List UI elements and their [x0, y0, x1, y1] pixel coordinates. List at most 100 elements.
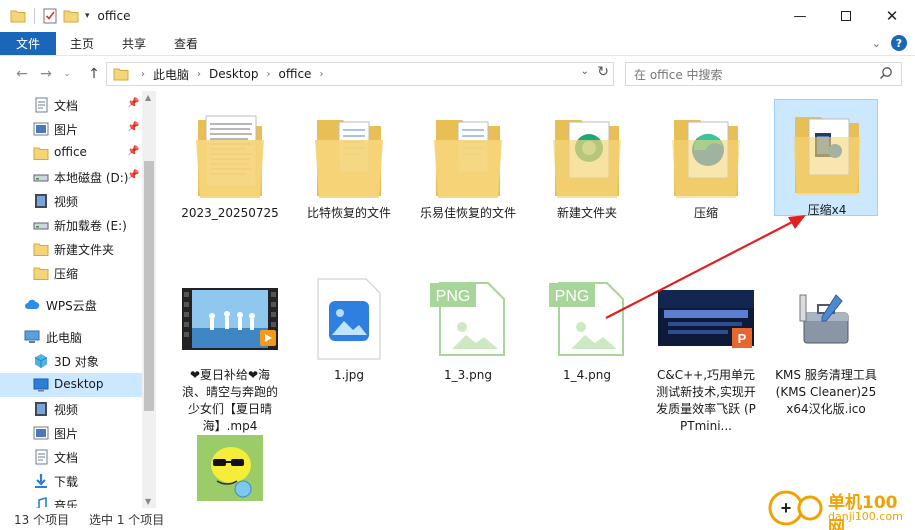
svg-text:P: P [738, 331, 747, 346]
chevron-right-icon[interactable]: › [267, 69, 271, 80]
desktop-icon [33, 378, 49, 392]
chevron-right-icon[interactable]: › [141, 69, 145, 80]
tab-file[interactable]: 文件 [0, 32, 57, 55]
breadcrumb-office[interactable]: office [279, 67, 312, 81]
folder-icon [10, 10, 26, 23]
cloud-icon [25, 299, 40, 309]
pin-icon: 📌 [127, 122, 140, 133]
file-item[interactable]: 比特恢复的文件 [297, 99, 401, 229]
folder-with-media-icon [793, 117, 861, 195]
file-item-selected[interactable]: 压缩x4 [774, 99, 878, 217]
file-item[interactable]: 2023_20250725 [178, 99, 282, 229]
nav-item-music[interactable]: 音乐 [0, 493, 142, 508]
nav-item-videos-pc[interactable]: 视频 [0, 397, 142, 421]
drive-icon [33, 174, 49, 182]
maximize-icon [841, 11, 851, 21]
address-row: ← → ⌄ ↑ › 此电脑 › Desktop › office › ⌄ ↻ 在… [0, 57, 915, 91]
nav-item-wps-cloud[interactable]: WPS云盘 [0, 293, 142, 317]
nav-label: office [54, 145, 87, 159]
file-item[interactable]: 乐易佳恢复的文件 [416, 99, 520, 229]
scroll-down-icon[interactable]: ▼ [145, 497, 151, 506]
nav-item-this-pc[interactable]: 此电脑 [0, 325, 142, 349]
watermark-title: 单机100网 [828, 493, 898, 530]
recent-locations-button[interactable]: ⌄ [60, 62, 74, 86]
back-arrow-icon: ← [16, 66, 28, 82]
file-item[interactable]: ❤夏日补给❤海浪、晴空与奔跑的少女们【夏日晴海】.mp4 [178, 261, 282, 433]
minimize-icon: — [793, 8, 807, 24]
file-name: C&C++,巧用单元测试新技术,实现开发质量效率飞跃 (PPTmini... [656, 368, 756, 433]
nav-item-office[interactable]: office 📌 [0, 141, 142, 165]
nav-label: 此电脑 [46, 331, 83, 345]
video-icon [35, 194, 47, 208]
nav-item-desktop[interactable]: Desktop [0, 373, 142, 397]
sticker-image-icon [197, 435, 263, 501]
expand-ribbon-icon[interactable]: ⌄ [872, 37, 881, 50]
breadcrumb-desktop[interactable]: Desktop [209, 67, 259, 81]
video-icon [35, 402, 47, 416]
file-name: 乐易佳恢复的文件 [419, 206, 516, 220]
nav-item-downloads[interactable]: 下载 [0, 469, 142, 493]
nav-item-drive-d[interactable]: 本地磁盘 (D:) 📌 [0, 165, 142, 189]
nav-scrollbar[interactable]: ▲ ▼ [142, 91, 156, 508]
selection-count: 选中 1 个项目 [89, 513, 165, 527]
folder-icon [33, 267, 49, 280]
chevron-down-icon: ⌄ [63, 69, 71, 79]
tab-home[interactable]: 主页 [56, 32, 108, 55]
nav-item-pictures[interactable]: 图片 📌 [0, 117, 142, 141]
nav-item-new-folder[interactable]: 新建文件夹 [0, 237, 142, 261]
file-item[interactable] [178, 431, 282, 511]
up-button[interactable]: ↑ [82, 62, 106, 86]
customize-quick-access-icon[interactable]: ▾ [85, 11, 90, 21]
folder-icon [33, 243, 49, 256]
tab-share[interactable]: 共享 [108, 32, 160, 55]
file-item[interactable]: PNG 1_3.png [416, 261, 520, 382]
3d-objects-icon [34, 354, 48, 368]
properties-icon[interactable] [43, 8, 57, 24]
nav-item-pictures-pc[interactable]: 图片 [0, 421, 142, 445]
nav-item-3d-objects[interactable]: 3D 对象 [0, 349, 142, 373]
nav-label: Desktop [54, 377, 104, 391]
nav-item-documents[interactable]: 文档 📌 [0, 93, 142, 117]
chevron-right-icon[interactable]: › [319, 69, 323, 80]
file-name: 1_3.png [444, 368, 492, 382]
divider [34, 8, 35, 24]
png-badge: PNG [555, 288, 590, 305]
breadcrumb-this-pc[interactable]: 此电脑 [153, 66, 189, 83]
document-icon [35, 97, 48, 113]
back-button[interactable]: ← [10, 62, 34, 86]
new-folder-icon[interactable] [63, 9, 79, 23]
nav-label: 音乐 [54, 499, 79, 508]
folder-icon [113, 68, 129, 81]
nav-item-documents-pc[interactable]: 文档 [0, 445, 142, 469]
file-item[interactable]: 1.jpg [297, 261, 401, 382]
nav-item-videos[interactable]: 视频 [0, 189, 142, 213]
folder-with-documents-icon [196, 115, 264, 198]
up-arrow-icon: ↑ [88, 66, 100, 82]
ribbon-tabs: 文件 主页 共享 查看 ⌄ ? [0, 32, 915, 56]
folder-with-edge-icon [672, 120, 740, 198]
forward-button[interactable]: → [34, 62, 58, 86]
nav-item-drive-e[interactable]: 新加载卷 (E:) [0, 213, 142, 237]
scrollbar-thumb[interactable] [144, 161, 154, 411]
chevron-right-icon[interactable]: › [197, 69, 201, 80]
scroll-up-icon[interactable]: ▲ [145, 93, 151, 102]
maximize-button[interactable] [823, 0, 869, 32]
folder-with-documents-icon [434, 120, 502, 198]
file-view: 2023_20250725 比特恢复的文件 乐易佳恢复的文件 新建文件夹 压缩 … [156, 91, 915, 508]
address-bar[interactable]: › 此电脑 › Desktop › office › ⌄ ↻ [106, 62, 614, 86]
drive-icon [33, 222, 49, 230]
close-icon: ✕ [885, 7, 899, 25]
document-icon [35, 449, 48, 465]
watermark-url: danji100.com [828, 510, 903, 523]
tab-view[interactable]: 查看 [160, 32, 212, 55]
close-button[interactable]: ✕ [869, 0, 915, 32]
nav-item-compress[interactable]: 压缩 [0, 261, 142, 285]
file-name: KMS 服务清理工具(KMS Cleaner)25x64汉化版.ico [775, 368, 877, 416]
refresh-icon[interactable]: ↻ [597, 64, 609, 80]
download-icon [35, 474, 47, 488]
address-dropdown-icon[interactable]: ⌄ [581, 66, 589, 77]
help-icon[interactable]: ? [891, 35, 907, 51]
search-input[interactable]: 在 office 中搜索 [625, 62, 902, 86]
minimize-button[interactable]: — [777, 0, 823, 32]
pin-icon: 📌 [127, 146, 140, 157]
